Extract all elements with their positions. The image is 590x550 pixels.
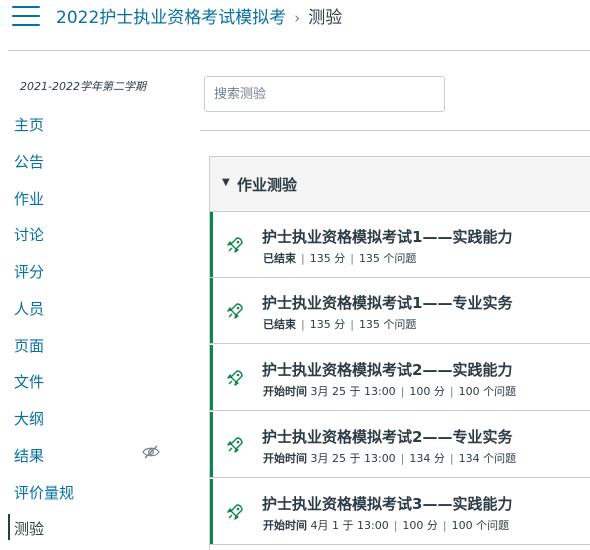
rocket-icon bbox=[227, 504, 243, 520]
nav-item-outcomes[interactable]: 结果 bbox=[14, 445, 44, 466]
quiz-points: 135 分 bbox=[309, 252, 346, 265]
rocket-icon bbox=[227, 370, 243, 386]
quiz-title[interactable]: 护士执业资格模拟考试2——专业实务 bbox=[262, 426, 512, 447]
search-divider bbox=[200, 130, 590, 131]
quiz-status: 开始时间 bbox=[263, 519, 307, 532]
breadcrumb: 2022护士执业资格考试模拟考 › 测验 bbox=[56, 3, 342, 28]
caret-down-icon[interactable]: ▼ bbox=[222, 177, 230, 188]
active-nav-indicator bbox=[8, 514, 10, 540]
quiz-status: 开始时间 bbox=[263, 385, 307, 398]
breadcrumb-current: 测验 bbox=[308, 8, 343, 28]
quiz-title[interactable]: 护士执业资格模拟考试1——实践能力 bbox=[262, 226, 512, 247]
quiz-points: 135 分 bbox=[309, 318, 346, 331]
quiz-item[interactable]: 护士执业资格模拟考试1——专业实务 已结束 | 135 分 | 135 个问题 bbox=[210, 278, 590, 344]
nav-item-assignments[interactable]: 作业 bbox=[14, 188, 44, 209]
quiz-questions: 100 个问题 bbox=[451, 519, 510, 532]
quiz-date: 3月 25 于 13:00 bbox=[310, 385, 396, 398]
quiz-questions: 135 个问题 bbox=[358, 318, 417, 331]
quiz-status: 已结束 bbox=[263, 252, 296, 265]
quiz-item[interactable]: 护士执业资格模拟考试2——专业实务 开始时间 3月 25 于 13:00 | 134… bbox=[210, 412, 590, 478]
nav-item-quizzes[interactable]: 测验 bbox=[14, 518, 44, 539]
nav-item-rubrics[interactable]: 评价量规 bbox=[14, 482, 74, 503]
eye-slash-icon bbox=[142, 445, 160, 459]
published-indicator bbox=[210, 479, 213, 544]
quiz-meta: 开始时间 4月 1 于 13:00 | 100 分 | 100 个问题 bbox=[263, 519, 510, 532]
quiz-group: ▼ 作业测验 护士执业资格模拟考试1——实践能力 已结束 | 135 分 | 135 个… bbox=[209, 156, 590, 550]
quiz-item[interactable]: 护士执业资格模拟考试1——实践能力 已结束 | 135 分 | 135 个问题 bbox=[210, 212, 590, 278]
quiz-status: 开始时间 bbox=[263, 452, 307, 465]
quiz-title[interactable]: 护士执业资格模拟考试1——专业实务 bbox=[262, 292, 512, 313]
quiz-group-header[interactable]: ▼ 作业测验 bbox=[210, 157, 590, 212]
breadcrumb-separator: › bbox=[294, 9, 301, 27]
published-indicator bbox=[210, 345, 213, 410]
quiz-points: 100 分 bbox=[402, 519, 438, 532]
quiz-item[interactable]: 护士执业资格模拟考试3——实践能力 开始时间 4月 1 于 13:00 | 100 … bbox=[210, 479, 590, 545]
quiz-points: 100 分 bbox=[409, 385, 445, 398]
rocket-icon bbox=[227, 303, 243, 319]
rocket-icon bbox=[227, 237, 243, 253]
quiz-status: 已结束 bbox=[263, 318, 296, 331]
quiz-date: 3月 25 于 13:00 bbox=[310, 452, 396, 465]
nav-item-people[interactable]: 人员 bbox=[14, 298, 44, 319]
quiz-meta: 开始时间 3月 25 于 13:00 | 134 分 | 134 个问题 bbox=[263, 452, 517, 465]
quiz-questions: 134 个问题 bbox=[458, 452, 517, 465]
nav-item-files[interactable]: 文件 bbox=[14, 371, 44, 392]
header-divider bbox=[8, 50, 590, 51]
rocket-icon bbox=[227, 437, 243, 453]
quiz-title[interactable]: 护士执业资格模拟考试3——实践能力 bbox=[262, 493, 512, 514]
quiz-title[interactable]: 护士执业资格模拟考试2——实践能力 bbox=[262, 359, 512, 380]
nav-item-announcements[interactable]: 公告 bbox=[14, 151, 44, 172]
nav-item-grades[interactable]: 评分 bbox=[14, 261, 44, 282]
published-indicator bbox=[210, 278, 213, 343]
term-label: 2021-2022学年第二学期 bbox=[20, 80, 146, 93]
quiz-points: 134 分 bbox=[409, 452, 445, 465]
quiz-questions: 100 个问题 bbox=[458, 385, 517, 398]
menu-icon[interactable] bbox=[12, 6, 40, 28]
published-indicator bbox=[210, 412, 213, 477]
quiz-item[interactable]: 护士执业资格模拟考试2——实践能力 开始时间 3月 25 于 13:00 | 100… bbox=[210, 345, 590, 411]
quiz-meta: 已结束 | 135 分 | 135 个问题 bbox=[263, 318, 417, 331]
nav-item-syllabus[interactable]: 大纲 bbox=[14, 408, 44, 429]
quiz-meta: 开始时间 3月 25 于 13:00 | 100 分 | 100 个问题 bbox=[263, 385, 517, 398]
top-bar: 2022护士执业资格考试模拟考 › 测验 bbox=[0, 0, 590, 50]
quiz-group-title: 作业测验 bbox=[237, 176, 298, 194]
nav-item-pages[interactable]: 页面 bbox=[14, 335, 44, 356]
quiz-meta: 已结束 | 135 分 | 135 个问题 bbox=[263, 252, 417, 265]
quiz-questions: 135 个问题 bbox=[358, 252, 417, 265]
quiz-date: 4月 1 于 13:00 bbox=[310, 519, 389, 532]
published-indicator bbox=[210, 212, 213, 277]
nav-item-home[interactable]: 主页 bbox=[14, 114, 44, 135]
breadcrumb-course-link[interactable]: 2022护士执业资格考试模拟考 bbox=[56, 8, 286, 28]
search-input[interactable] bbox=[204, 76, 445, 112]
nav-item-discussions[interactable]: 讨论 bbox=[14, 224, 44, 245]
